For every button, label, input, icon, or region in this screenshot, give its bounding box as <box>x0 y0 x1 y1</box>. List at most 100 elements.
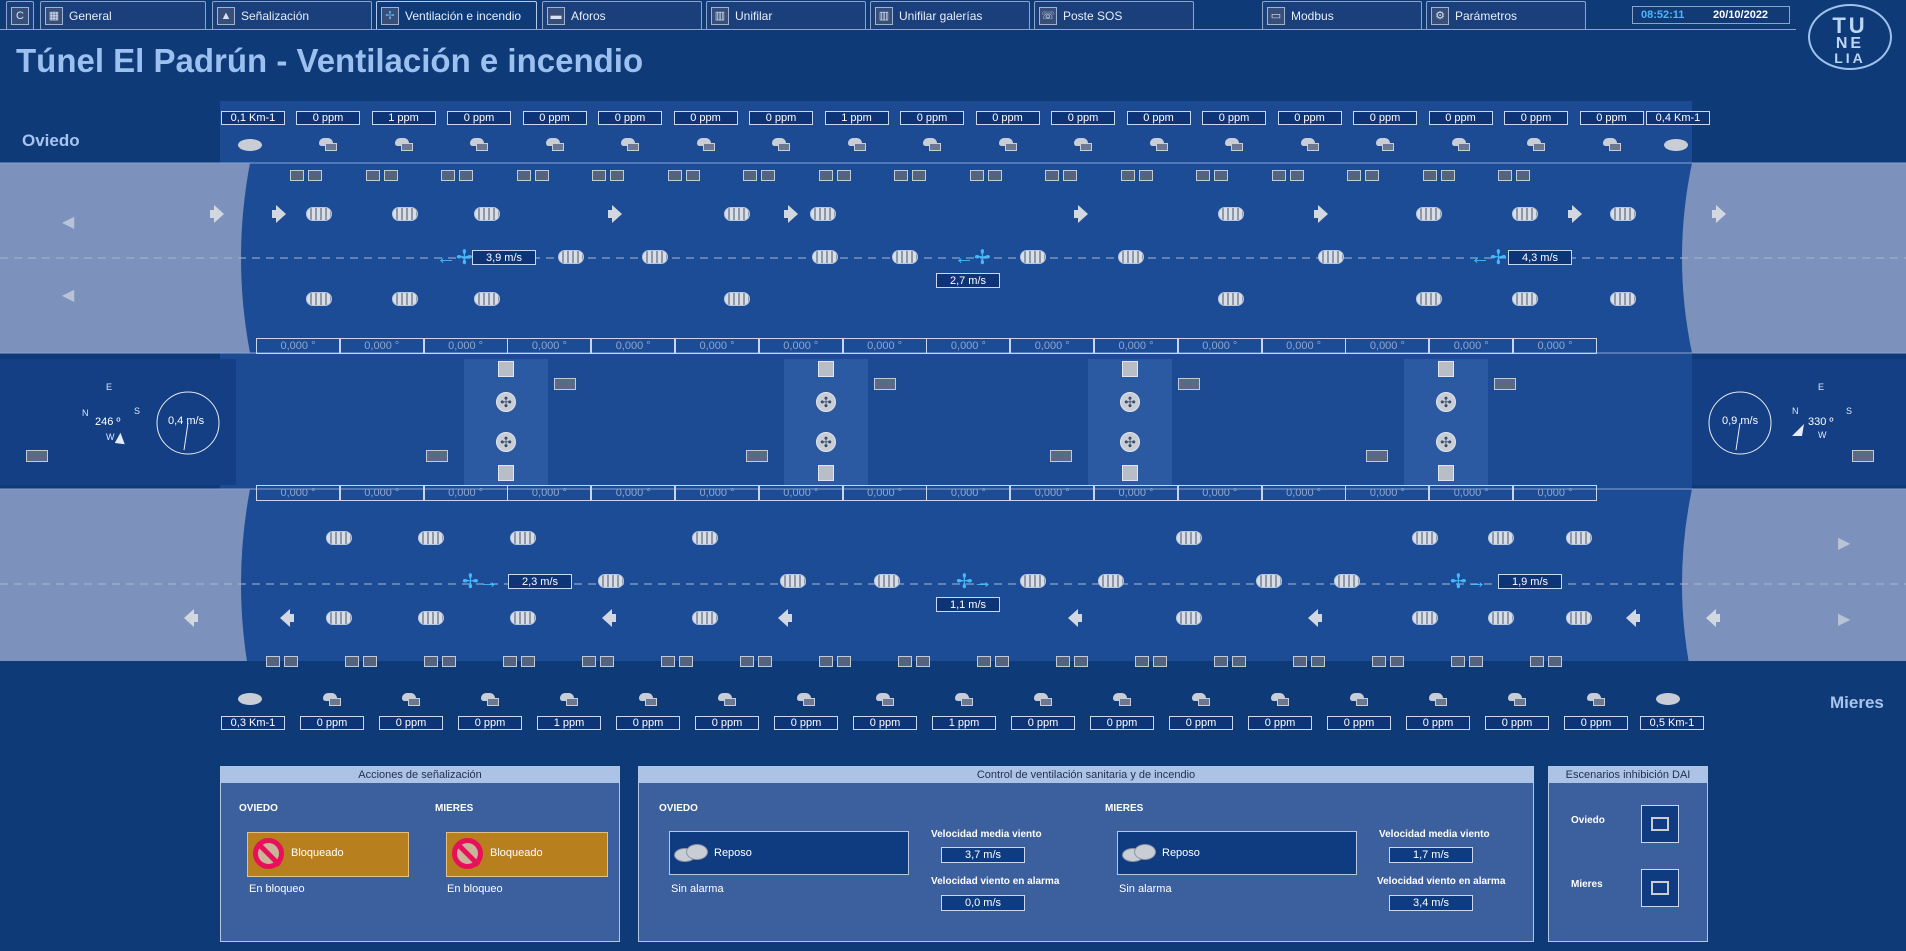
gallery-fan-icon[interactable]: ✣ <box>1436 432 1456 452</box>
jet-fan-active-icon[interactable]: ✢→ <box>956 572 993 592</box>
anemometer-angle: 0,000 ° <box>1261 338 1346 354</box>
gallery-fan-icon[interactable]: ✣ <box>1120 432 1140 452</box>
co-readout: 0 ppm <box>1277 111 1342 125</box>
wind-direction-right: 330 º <box>1808 416 1834 428</box>
jet-fan-active-icon[interactable]: ←✢ <box>954 248 991 268</box>
tab-general[interactable]: ▦ General <box>40 1 206 29</box>
anemometer-angle: 0,000 ° <box>591 338 676 354</box>
jet-fan-active-icon[interactable]: ←✢ <box>1470 248 1507 268</box>
tab-parametros[interactable]: ⚙ Parámetros <box>1426 1 1586 29</box>
co-readout: 0 ppm <box>1406 716 1470 730</box>
gallery-fan-icon[interactable]: ✣ <box>496 392 516 412</box>
mieres-block-button[interactable]: Bloqueado <box>446 832 608 877</box>
camera-icon <box>1347 170 1381 182</box>
camera-icon <box>1498 170 1532 182</box>
opacity-readout-bottom-left: 0,3 Km-1 <box>221 716 285 730</box>
dai-oviedo-camera-button[interactable] <box>1641 805 1679 843</box>
clock-time: 08:52:11 <box>1641 9 1685 21</box>
tab-modbus[interactable]: ▭ Modbus <box>1262 1 1422 29</box>
light-fixture-icon <box>418 611 444 625</box>
oviedo-ventilation-state[interactable]: Reposo <box>669 831 909 875</box>
tab-home[interactable]: C <box>6 1 34 29</box>
camera-icon <box>26 450 48 462</box>
mieres-alarm-wind-value: 3,4 m/s <box>1389 895 1473 911</box>
gallery-fan-icon[interactable]: ✣ <box>816 432 836 452</box>
light-fixture-icon <box>1334 574 1360 588</box>
gallery-fan-icon[interactable]: ✣ <box>496 432 516 452</box>
gallery-fan-icon[interactable]: ✣ <box>1120 392 1140 412</box>
tab-unifilar[interactable]: ▥ Unifilar <box>706 1 866 29</box>
tunelia-logo: TU NE LIA <box>1808 4 1892 70</box>
light-fixture-icon <box>1412 531 1438 545</box>
tab-unifilar-galerias[interactable]: ▥ Unifilar galerías <box>870 1 1030 29</box>
tab-aforos[interactable]: ▬ Aforos <box>542 1 702 29</box>
gallery-door-icon[interactable] <box>498 361 514 377</box>
direction-arrow-left-icon: ◀ <box>62 214 75 231</box>
tunnel-shape <box>0 101 1906 661</box>
co-sensor-icon <box>480 692 500 706</box>
camera-icon <box>554 378 576 390</box>
jet-fan-active-icon[interactable]: ←✢ <box>436 248 473 268</box>
co-sensor-icon <box>796 692 816 706</box>
gallery-door-icon[interactable] <box>1438 361 1454 377</box>
anemometer-angle: 0,000 ° <box>1094 338 1178 354</box>
jet-fan-active-icon[interactable]: ✢→ <box>1450 572 1487 592</box>
co-sensor-icon <box>1451 137 1471 151</box>
co-readout: 0 ppm <box>1353 111 1417 125</box>
smoke-icon <box>674 842 710 864</box>
camera-icon <box>1494 378 1516 390</box>
co-sensor-icon <box>922 137 942 151</box>
panel-senalizacion: Acciones de señalización OVIEDO MIERES B… <box>220 766 620 942</box>
camera-icon <box>819 656 853 668</box>
co-sensor-icon <box>847 137 867 151</box>
oviedo-alarm-wind-value: 0,0 m/s <box>941 895 1025 911</box>
gallery-fan-icon[interactable]: ✣ <box>816 392 836 412</box>
co-readout: 1 ppm <box>932 716 996 730</box>
oviedo-avg-wind-value: 3,7 m/s <box>941 847 1025 863</box>
light-fixture-icon <box>1512 207 1538 221</box>
camera-icon <box>667 170 702 182</box>
speaker-icon <box>184 609 198 627</box>
tab-senalizacion[interactable]: ▲ Señalización <box>212 1 372 29</box>
gallery-door-icon[interactable] <box>1122 361 1138 377</box>
mieres-alarm-status: Sin alarma <box>1119 883 1172 895</box>
anemometer-angle: 0,000 ° <box>1513 485 1597 501</box>
co-readout: 0 ppm <box>1428 111 1493 125</box>
tab-ventilacion[interactable]: ✢ Ventilación e incendio <box>376 1 537 29</box>
gallery-door-icon[interactable] <box>498 465 514 481</box>
tab-poste-sos[interactable]: ☏ Poste SOS <box>1034 1 1194 29</box>
co-sensor-icon <box>1349 692 1369 706</box>
oviedo-block-button[interactable]: Bloqueado <box>247 832 409 877</box>
light-fixture-icon <box>1512 292 1538 306</box>
oviedo-label: OVIEDO <box>659 803 698 814</box>
co-sensor-icon <box>559 692 579 706</box>
camera-icon <box>894 170 928 182</box>
logo-line: TU <box>1832 13 1868 38</box>
co-readout: 0 ppm <box>616 716 680 730</box>
co-readout: 0 ppm <box>1248 716 1312 730</box>
gallery-door-icon[interactable] <box>818 465 834 481</box>
light-fixture-icon <box>810 207 836 221</box>
oviedo-avg-wind-label: Velocidad media viento <box>931 829 1042 840</box>
gallery-door-icon[interactable] <box>1438 465 1454 481</box>
gallery-door-icon[interactable] <box>1122 465 1138 481</box>
light-fixture-icon <box>724 207 750 221</box>
camera-icon <box>1045 170 1079 182</box>
mieres-ventilation-state[interactable]: Reposo <box>1117 831 1357 875</box>
speaker-icon <box>1308 609 1322 627</box>
gallery-fan-icon[interactable]: ✣ <box>1436 392 1456 412</box>
jet-fan-active-icon[interactable]: ✢→ <box>462 572 499 592</box>
light-fixture-icon <box>1218 207 1244 221</box>
tab-label: Señalización <box>241 8 310 23</box>
camera-icon <box>1196 170 1230 182</box>
tab-label: Parámetros <box>1455 8 1518 23</box>
dai-mieres-label: Mieres <box>1571 879 1603 890</box>
dai-mieres-camera-button[interactable] <box>1641 869 1679 907</box>
camera-icon <box>1214 656 1248 668</box>
side-label-mieres: Mieres <box>1830 693 1884 712</box>
gallery-door-icon[interactable] <box>818 361 834 377</box>
speaker-icon <box>784 205 798 223</box>
co-readout: 0 ppm <box>1504 111 1568 125</box>
co-sensor-icon <box>1300 137 1320 151</box>
camera-icon <box>740 656 774 668</box>
